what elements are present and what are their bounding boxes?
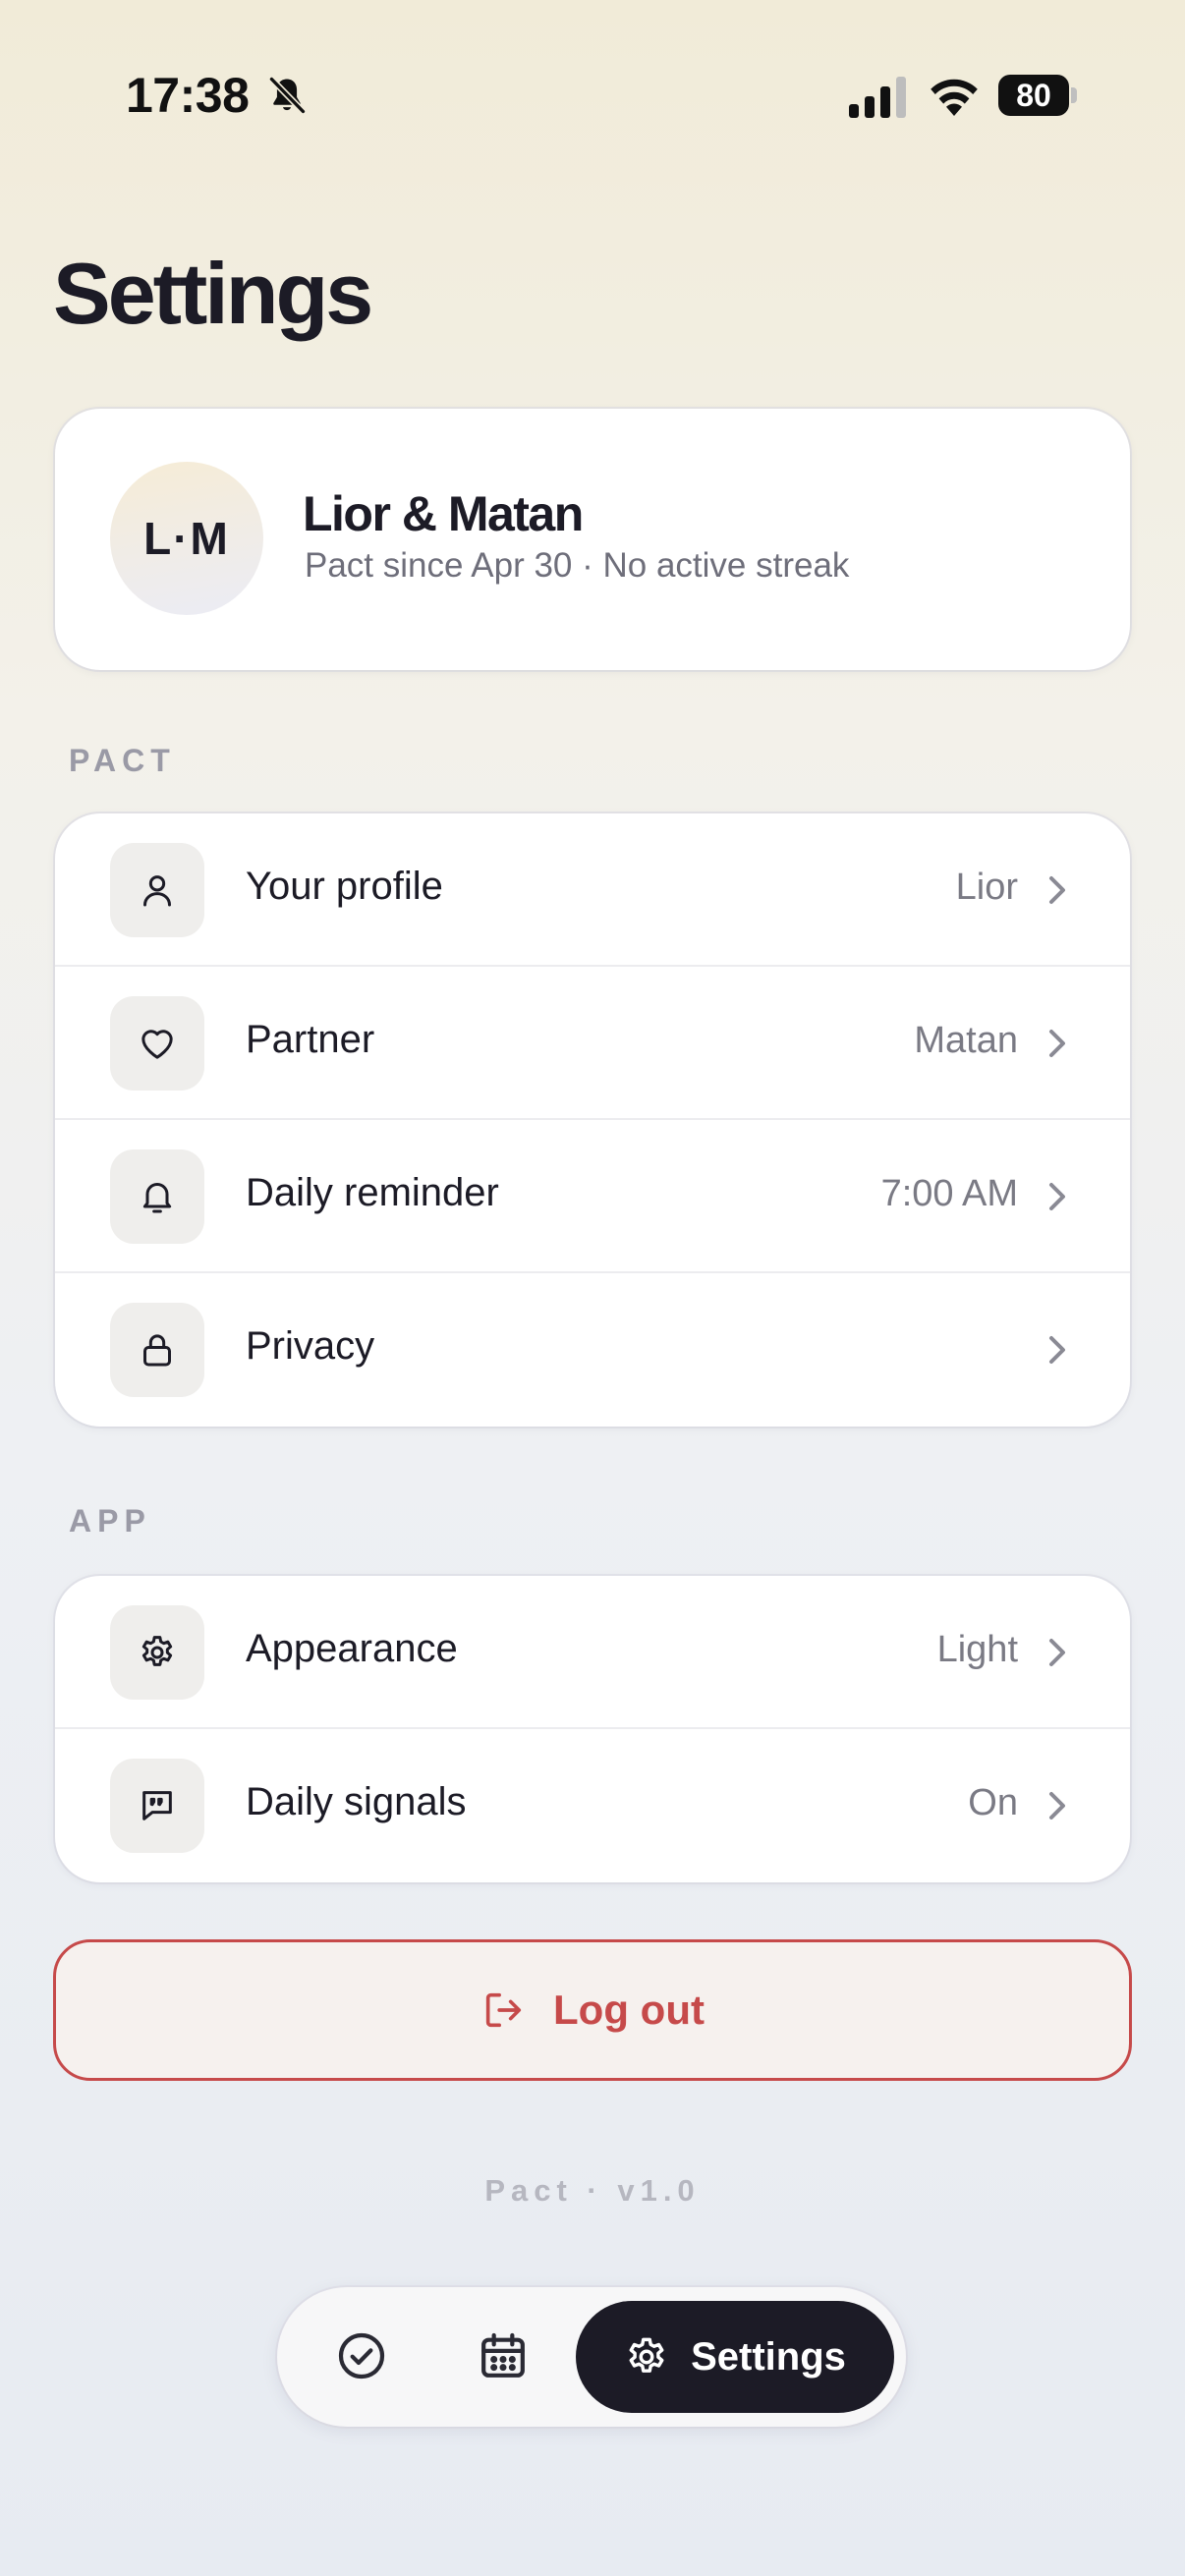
row-label: Appearance bbox=[246, 1627, 458, 1670]
settings-row-privacy[interactable]: Privacy bbox=[55, 1273, 1130, 1427]
pact-summary: Pact since Apr 30 · No active streak bbox=[305, 546, 850, 585]
tab-settings[interactable]: Settings bbox=[576, 2301, 894, 2413]
chevron-right-icon bbox=[1049, 1030, 1065, 1057]
chevron-right-icon bbox=[1049, 1792, 1065, 1820]
log-out-button[interactable]: Log out bbox=[53, 1939, 1132, 2081]
bell-icon bbox=[142, 1183, 172, 1213]
gear-icon bbox=[141, 1636, 173, 1666]
chevron-right-icon bbox=[1049, 1639, 1065, 1666]
row-label: Daily signals bbox=[246, 1780, 467, 1823]
row-label: Your profile bbox=[246, 865, 443, 908]
couple-names: Lior & Matan bbox=[303, 486, 584, 541]
row-value: 7:00 AM bbox=[880, 1173, 1018, 1214]
status-bar: 17:38 80 bbox=[0, 0, 1185, 196]
settings-row-daily-reminder[interactable]: Daily reminder 7:00 AM bbox=[55, 1120, 1130, 1273]
couple-profile-card[interactable]: L·M Lior & Matan Pact since Apr 30 · No … bbox=[55, 409, 1130, 670]
row-value: Lior bbox=[955, 867, 1018, 908]
wifi-icon bbox=[931, 79, 978, 116]
pact-settings-group: Your profile Lior Partner Matan Daily re… bbox=[55, 813, 1130, 1427]
battery-level: 80 bbox=[998, 75, 1069, 116]
row-icon-tile bbox=[110, 1605, 204, 1700]
battery-indicator: 80 bbox=[998, 75, 1079, 116]
chevron-right-icon bbox=[1049, 1183, 1065, 1210]
row-icon-tile bbox=[110, 996, 204, 1091]
chevron-right-icon bbox=[1049, 1336, 1065, 1364]
battery-cap bbox=[1071, 87, 1077, 103]
check-circle-icon[interactable] bbox=[334, 2328, 389, 2383]
page-title: Settings bbox=[53, 245, 373, 342]
avatar: L·M bbox=[110, 462, 263, 615]
heart-icon bbox=[141, 1030, 173, 1059]
settings-row-your-profile[interactable]: Your profile Lior bbox=[55, 813, 1130, 967]
cellular-signal-icon bbox=[849, 77, 906, 118]
gear-icon bbox=[629, 2337, 664, 2373]
row-value: Light bbox=[936, 1629, 1018, 1670]
bottom-tab-bar: Settings bbox=[277, 2287, 906, 2427]
row-icon-tile bbox=[110, 1303, 204, 1397]
row-icon-tile bbox=[110, 1149, 204, 1244]
row-label: Daily reminder bbox=[246, 1171, 499, 1214]
user-icon bbox=[143, 875, 171, 907]
settings-row-daily-signals[interactable]: Daily signals On bbox=[55, 1729, 1130, 1882]
section-label-app: APP bbox=[69, 1503, 151, 1539]
log-out-icon bbox=[485, 1992, 522, 2028]
chevron-right-icon bbox=[1049, 876, 1065, 904]
log-out-content: Log out bbox=[56, 1942, 1129, 2078]
bell-off-icon bbox=[269, 77, 306, 114]
app-version: Pact · v1.0 bbox=[484, 2173, 701, 2208]
row-value: On bbox=[968, 1782, 1018, 1823]
status-time: 17:38 bbox=[126, 68, 250, 123]
row-icon-tile bbox=[110, 1759, 204, 1853]
settings-row-partner[interactable]: Partner Matan bbox=[55, 967, 1130, 1120]
app-settings-group: Appearance Light Daily signals On bbox=[55, 1576, 1130, 1882]
tab-settings-label: Settings bbox=[691, 2334, 846, 2379]
row-value: Matan bbox=[914, 1020, 1018, 1061]
calendar-icon[interactable] bbox=[476, 2328, 531, 2383]
settings-row-appearance[interactable]: Appearance Light bbox=[55, 1576, 1130, 1729]
quote-bubble-icon bbox=[142, 1791, 172, 1820]
row-icon-tile bbox=[110, 843, 204, 937]
lock-icon bbox=[143, 1334, 171, 1367]
section-label-pact: PACT bbox=[69, 743, 176, 778]
row-label: Privacy bbox=[246, 1324, 375, 1368]
row-label: Partner bbox=[246, 1018, 375, 1061]
log-out-label: Log out bbox=[553, 1987, 705, 2033]
